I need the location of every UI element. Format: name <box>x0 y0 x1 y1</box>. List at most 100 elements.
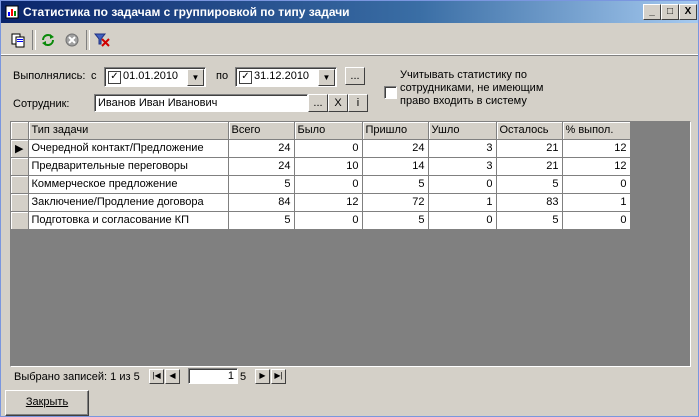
refresh-icon <box>42 34 54 46</box>
cell-percent[interactable]: 0 <box>562 175 631 194</box>
employee-info-button[interactable]: i <box>348 94 368 112</box>
toolbar-separator <box>86 30 90 50</box>
app-window: Статистика по задачам с группировкой по … <box>0 0 699 417</box>
to-date-value: 31.12.2010 <box>254 70 310 82</box>
cell-left[interactable]: 3 <box>428 157 497 176</box>
column-header-percent[interactable]: % выпол. <box>562 122 631 140</box>
close-button[interactable]: Закрыть <box>5 390 89 416</box>
column-header-was[interactable]: Было <box>294 122 363 140</box>
toolbar-separator <box>32 30 36 50</box>
table-row[interactable]: Подготовка и согласование КП 5 0 5 0 5 0 <box>11 211 631 230</box>
cell-was[interactable]: 0 <box>294 175 363 194</box>
cell-task-type[interactable]: Очередной контакт/Предложение <box>28 139 229 158</box>
cell-task-type[interactable]: Предварительные переговоры <box>28 157 229 176</box>
page-total: 5 <box>240 371 247 383</box>
minimize-button[interactable]: _ <box>643 4 661 20</box>
cell-remaining[interactable]: 5 <box>496 211 563 230</box>
data-grid[interactable]: Тип задачи Всего Было Пришло Ушло Остало… <box>10 121 691 367</box>
cell-came[interactable]: 5 <box>362 211 429 230</box>
to-date-picker[interactable]: ✓ 31.12.2010 ▼ <box>235 67 337 87</box>
selected-records-text: Выбрано записей: 1 из 5 <box>14 371 140 383</box>
page-number-input[interactable]: 1 <box>188 368 238 384</box>
period-select-button[interactable]: ... <box>345 67 365 85</box>
executed-label: Выполнялись: <box>13 70 86 82</box>
chevron-down-icon[interactable]: ▼ <box>318 69 335 86</box>
cell-percent[interactable]: 0 <box>562 211 631 230</box>
last-page-icon[interactable]: ▶| <box>271 369 286 384</box>
employee-select-button[interactable]: ... <box>308 94 328 112</box>
inactive-users-checkbox[interactable] <box>384 86 397 99</box>
employee-label: Сотрудник: <box>13 98 70 110</box>
from-date-value: 01.01.2010 <box>123 70 179 82</box>
cell-came[interactable]: 5 <box>362 175 429 194</box>
cell-task-type[interactable]: Заключение/Продление договора <box>28 193 229 212</box>
first-page-icon[interactable]: |◀ <box>149 369 164 384</box>
employee-clear-button[interactable]: X <box>328 94 348 112</box>
cell-came[interactable]: 72 <box>362 193 429 212</box>
from-date-picker[interactable]: ✓ 01.01.2010 ▼ <box>104 67 206 87</box>
column-header-total[interactable]: Всего <box>228 122 295 140</box>
cell-remaining[interactable]: 5 <box>496 175 563 194</box>
table-row[interactable]: Коммерческое предложение 5 0 5 0 5 0 <box>11 175 631 194</box>
status-bar: Выбрано записей: 1 из 5 |◀ ◀ 1 5 ▶ ▶| <box>10 368 691 386</box>
refresh-button[interactable] <box>37 29 59 51</box>
column-header-left[interactable]: Ушло <box>428 122 497 140</box>
column-header-task-type[interactable]: Тип задачи <box>28 122 229 140</box>
column-header-remaining[interactable]: Осталось <box>496 122 563 140</box>
maximize-button[interactable]: □ <box>661 4 679 20</box>
cell-remaining[interactable]: 83 <box>496 193 563 212</box>
row-indicator <box>11 157 29 176</box>
close-window-button[interactable]: X <box>679 4 697 20</box>
column-header-came[interactable]: Пришло <box>362 122 429 140</box>
next-page-icon[interactable]: ▶ <box>255 369 270 384</box>
cell-was[interactable]: 0 <box>294 139 363 158</box>
cell-was[interactable]: 12 <box>294 193 363 212</box>
inactive-users-label: Учитывать статистику по сотрудниками, не… <box>400 69 544 107</box>
stats-table: Тип задачи Всего Было Пришло Ушло Остало… <box>11 122 631 230</box>
cell-was[interactable]: 10 <box>294 157 363 176</box>
close-button-label: Закрыть <box>25 396 69 408</box>
cell-left[interactable]: 0 <box>428 211 497 230</box>
cell-left[interactable]: 3 <box>428 139 497 158</box>
table-row[interactable]: Заключение/Продление договора 84 12 72 1… <box>11 193 631 212</box>
cell-percent[interactable]: 12 <box>562 157 631 176</box>
cell-percent[interactable]: 1 <box>562 193 631 212</box>
from-label: с <box>91 70 97 82</box>
toolbar <box>1 26 698 55</box>
clear-filter-button[interactable] <box>91 29 113 51</box>
to-date-checkbox[interactable]: ✓ <box>239 71 252 84</box>
cell-left[interactable]: 0 <box>428 175 497 194</box>
table-row[interactable]: ▶ Очередной контакт/Предложение 24 0 24 … <box>11 139 631 158</box>
cell-percent[interactable]: 12 <box>562 139 631 158</box>
chevron-down-icon[interactable]: ▼ <box>187 69 204 86</box>
filter-clear-icon <box>94 33 110 47</box>
table-row[interactable]: Предварительные переговоры 24 10 14 3 21… <box>11 157 631 176</box>
cell-came[interactable]: 24 <box>362 139 429 158</box>
copy-button[interactable] <box>7 29 29 51</box>
row-indicator <box>11 193 29 212</box>
title-bar[interactable]: Статистика по задачам с группировкой по … <box>1 1 698 23</box>
cell-was[interactable]: 0 <box>294 211 363 230</box>
cell-task-type[interactable]: Коммерческое предложение <box>28 175 229 194</box>
cell-total[interactable]: 5 <box>228 175 295 194</box>
current-row-indicator-icon: ▶ <box>11 139 29 158</box>
row-indicator <box>11 175 29 194</box>
cell-task-type[interactable]: Подготовка и согласование КП <box>28 211 229 230</box>
cell-came[interactable]: 14 <box>362 157 429 176</box>
cell-total[interactable]: 84 <box>228 193 295 212</box>
stop-icon <box>65 33 79 47</box>
cell-total[interactable]: 24 <box>228 157 295 176</box>
row-indicator <box>11 211 29 230</box>
table-header-row: Тип задачи Всего Было Пришло Ушло Остало… <box>11 122 631 140</box>
window-title: Статистика по задачам с группировкой по … <box>23 5 350 19</box>
from-date-checkbox[interactable]: ✓ <box>108 71 121 84</box>
cell-total[interactable]: 24 <box>228 139 295 158</box>
employee-field[interactable]: Иванов Иван Иванович <box>94 94 308 112</box>
previous-page-icon[interactable]: ◀ <box>165 369 180 384</box>
cell-left[interactable]: 1 <box>428 193 497 212</box>
cell-remaining[interactable]: 21 <box>496 139 563 158</box>
cell-total[interactable]: 5 <box>228 211 295 230</box>
cell-remaining[interactable]: 21 <box>496 157 563 176</box>
row-indicator-header <box>11 122 29 140</box>
stop-button[interactable] <box>61 29 83 51</box>
